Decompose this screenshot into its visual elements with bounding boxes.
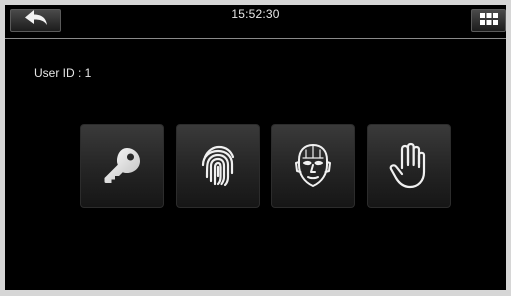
face-icon [293,142,333,190]
verify-fingerprint-button[interactable] [176,124,260,208]
grid-menu-icon [479,12,498,30]
clock-time: 15:52:30 [231,7,280,21]
verify-palm-button[interactable] [367,124,451,208]
verify-face-button[interactable] [271,124,355,208]
top-bar: 15:52:30 [5,5,506,39]
palm-icon [388,142,430,190]
terminal-screen: 15:52:30 User ID : 1 [5,5,506,290]
verify-password-button[interactable] [80,124,164,208]
key-icon [100,144,144,188]
fingerprint-icon [198,143,238,189]
menu-button[interactable] [471,9,506,32]
device-frame: 15:52:30 User ID : 1 [0,0,511,296]
user-id-label: User ID : 1 [34,66,92,80]
